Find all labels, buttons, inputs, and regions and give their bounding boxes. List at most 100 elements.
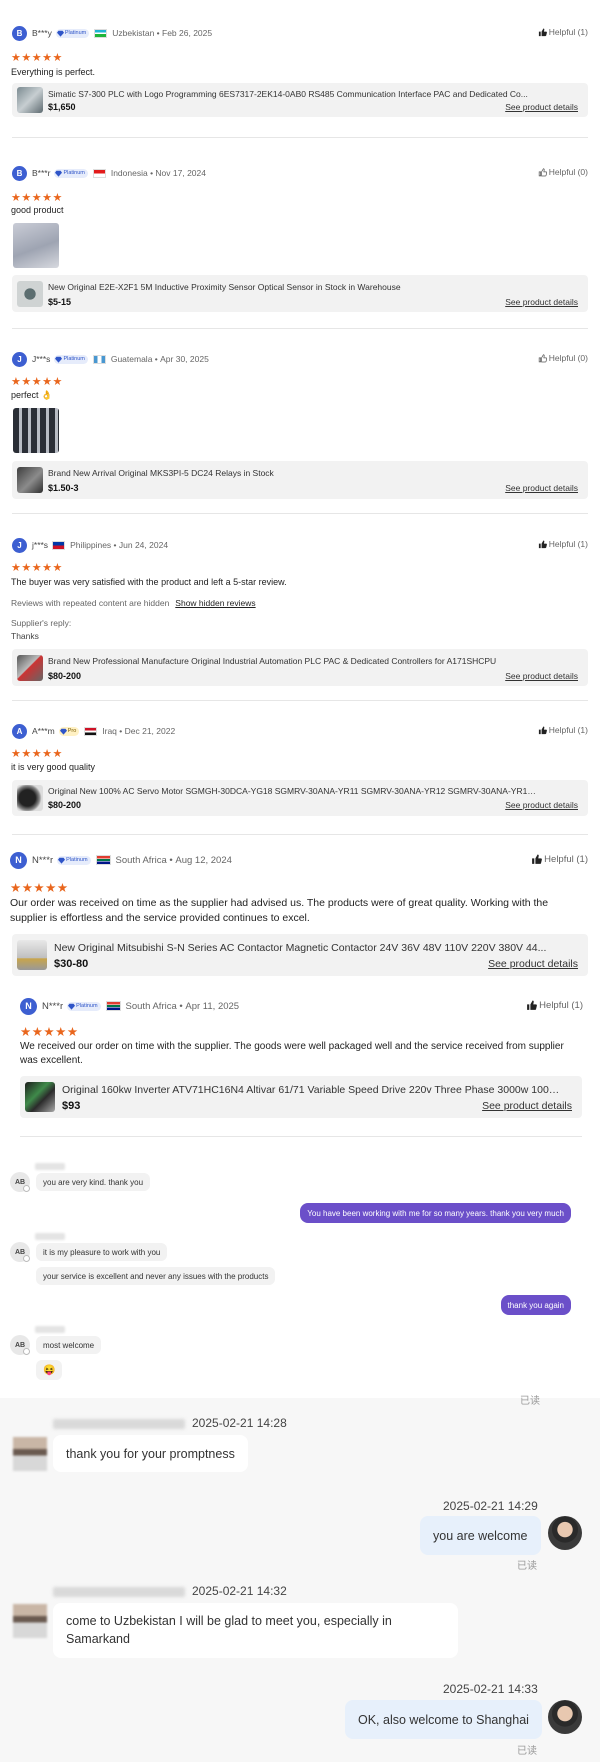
product-card[interactable]: Brand New Arrival Original MKS3PI-5 DC24…: [12, 461, 588, 499]
reviewer-name: A***m: [32, 726, 55, 736]
show-hidden-reviews-link[interactable]: Show hidden reviews: [175, 598, 255, 608]
review-header: N N***r Platinum South Africa • Aug 12, …: [10, 851, 232, 869]
helpful-button[interactable]: Helpful (1): [538, 725, 588, 735]
see-product-details-link[interactable]: See product details: [505, 483, 578, 493]
reviewer-name: j***s: [32, 540, 49, 550]
star-rating: ★★★★★: [11, 376, 63, 388]
sender-avatar: AB: [10, 1242, 30, 1262]
reviewer-country: Philippines: [70, 540, 112, 550]
product-title: Original 160kw Inverter ATV71HC16N4 Alti…: [62, 1084, 562, 1096]
see-product-details-link[interactable]: See product details: [488, 958, 578, 970]
review-card: B B***r Platinum Indonesia • Nov 17, 202…: [0, 165, 600, 315]
see-product-details-link[interactable]: See product details: [482, 1100, 572, 1112]
review-card: A A***m Pro Iraq • Dec 21, 2022 Helpful …: [0, 723, 600, 823]
review-date: Apr 30, 2025: [160, 354, 209, 364]
star-rating: ★★★★★: [11, 192, 63, 204]
product-card[interactable]: New Original E2E-X2F1 5M Inductive Proxi…: [12, 275, 588, 312]
thumbs-up-icon: [526, 1000, 537, 1011]
review-text: it is very good quality: [11, 762, 96, 772]
message-timestamp: 2025-02-21 14:33: [443, 1682, 538, 1696]
flag-south-africa-icon: [95, 855, 111, 865]
read-status: 已读: [520, 1396, 540, 1407]
review-text: perfect 👌: [11, 390, 53, 400]
review-date: Aug 12, 2024: [175, 854, 232, 866]
platinum-badge: Platinum: [54, 354, 88, 364]
see-product-details-link[interactable]: See product details: [505, 102, 578, 112]
platinum-badge: Platinum: [67, 1001, 101, 1011]
diamond-icon: [60, 728, 67, 735]
reviewer-country: Indonesia: [110, 168, 148, 178]
sender-name-blurred: [35, 1326, 65, 1333]
sender-avatar: AB: [10, 1172, 30, 1192]
product-title: Brand New Professional Manufacture Origi…: [48, 656, 497, 666]
review-header: A A***m Pro Iraq • Dec 21, 2022: [12, 723, 175, 739]
divider: [20, 1136, 582, 1137]
helpful-button[interactable]: Helpful (1): [538, 27, 588, 37]
reviewer-avatar: B: [12, 165, 27, 181]
reviewer-country: South Africa: [115, 854, 167, 866]
review-photo[interactable]: [13, 408, 59, 453]
product-thumbnail: [17, 940, 47, 970]
product-title: Brand New Arrival Original MKS3PI-5 DC24…: [48, 468, 274, 478]
received-message: thank you for your promptness: [53, 1435, 248, 1472]
helpful-button[interactable]: Helpful (1): [531, 854, 588, 865]
chat-section-2: 已读 2025-02-21 14:28 thank you for your p…: [0, 1396, 600, 1762]
flag-guatemala-icon: [92, 354, 106, 364]
product-price: $30-80: [54, 958, 89, 970]
reviewer-avatar: N: [10, 851, 27, 869]
helpful-button[interactable]: Helpful (1): [538, 539, 588, 549]
review-date: Apr 11, 2025: [185, 1000, 240, 1012]
thumbs-up-icon: [538, 28, 547, 37]
reviewer-country: Guatemala: [110, 354, 153, 364]
diamond-icon: [68, 1003, 75, 1010]
product-card[interactable]: Simatic S7-300 PLC with Logo Programming…: [12, 83, 588, 117]
helpful-button[interactable]: Helpful (0): [538, 167, 588, 177]
platinum-badge: Platinum: [55, 28, 90, 38]
see-product-details-link[interactable]: See product details: [505, 671, 578, 681]
review-header: B B***r Platinum Indonesia • Nov 17, 202…: [12, 165, 206, 181]
product-thumbnail: [17, 467, 43, 493]
product-card[interactable]: Brand New Professional Manufacture Origi…: [12, 649, 588, 686]
reviewer-avatar: J: [12, 537, 27, 553]
product-thumbnail: [17, 785, 43, 811]
sender-avatar: AB: [10, 1335, 30, 1355]
helpful-button[interactable]: Helpful (0): [538, 353, 588, 363]
review-text: We received our order on time with the s…: [20, 1041, 564, 1066]
divider: [12, 700, 588, 701]
read-status: 已读: [517, 1561, 537, 1572]
read-status: 已读: [517, 1746, 537, 1757]
product-card[interactable]: Original 160kw Inverter ATV71HC16N4 Alti…: [20, 1076, 582, 1118]
diamond-icon: [55, 170, 62, 177]
reviewer-name: B***y: [32, 28, 52, 38]
hidden-reviews-note: Reviews with repeated content are hidden…: [11, 598, 256, 608]
reviewer-country: Uzbekistan: [112, 28, 155, 38]
reviewer-country: Iraq: [102, 726, 117, 736]
flag-uzbekistan-icon: [94, 28, 108, 38]
see-product-details-link[interactable]: See product details: [505, 297, 578, 307]
pro-badge: Pro: [58, 726, 80, 736]
received-emoji-message: 😝: [36, 1360, 63, 1380]
review-header: N N***r Platinum South Africa • Apr 11, …: [20, 997, 240, 1015]
helpful-button[interactable]: Helpful (1): [526, 1000, 583, 1011]
sent-message: You have been working with me for so man…: [300, 1203, 571, 1223]
review-photo[interactable]: [13, 223, 59, 268]
review-card: J j***s Philippines • Jun 24, 2024 Helpf…: [0, 537, 600, 687]
see-product-details-link[interactable]: See product details: [505, 800, 578, 810]
review-card: N N***r Platinum South Africa • Aug 12, …: [0, 851, 600, 982]
product-thumbnail: [17, 87, 43, 113]
product-card[interactable]: New Original Mitsubishi S-N Series AC Co…: [12, 934, 588, 976]
star-rating: ★★★★★: [11, 52, 63, 64]
product-card[interactable]: Original New 100% AC Servo Motor SGMGH-3…: [12, 780, 588, 816]
product-thumbnail: [17, 655, 43, 681]
review-header: J J***s Platinum Guatemala • Apr 30, 202…: [12, 351, 209, 367]
diamond-icon: [58, 857, 65, 864]
supplier-reply-text: Thanks: [11, 631, 39, 641]
contact-avatar: [13, 1437, 47, 1471]
reviewer-name: N***r: [32, 854, 54, 866]
contact-avatar: [13, 1604, 47, 1638]
supplier-reply-label: Supplier's reply:: [11, 618, 72, 628]
sent-message: you are welcome: [420, 1516, 541, 1555]
star-rating: ★★★★★: [20, 1025, 79, 1039]
product-price: $93: [62, 1100, 81, 1112]
product-title: New Original Mitsubishi S-N Series AC Co…: [54, 942, 547, 954]
